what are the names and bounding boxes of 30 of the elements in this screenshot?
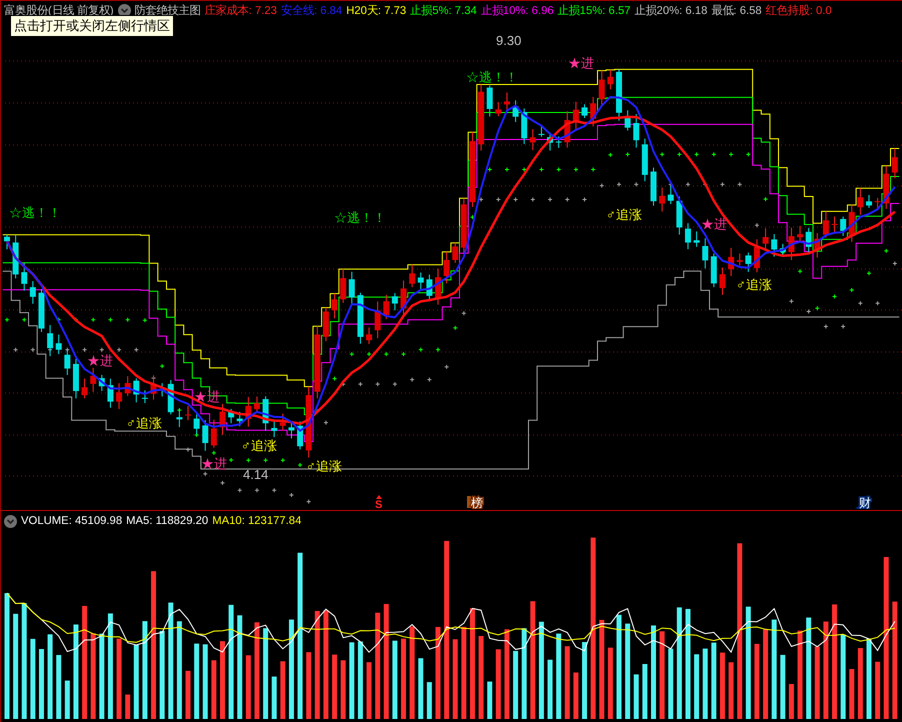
signal-label: ★进 [568,56,594,71]
event-marker[interactable]: 财 [859,496,871,509]
event-marker[interactable]: S [375,499,382,509]
signal-label: ♂追涨 [736,277,772,292]
tooltip: 点击打开或关闭左侧行情区 [10,15,174,37]
indicator-value: 止损15%: 6.57 [558,4,631,18]
volume-value: MA5: 118829.20 [126,515,208,527]
indicator-value: 红色持股: 0.0 [766,4,832,18]
price-label: 4.14 [243,467,268,482]
signal-label: ♂追涨 [606,206,642,222]
signal-label: ★进 [201,456,227,471]
indicator-value: 止损20%: 6.18 [634,4,708,18]
indicator-value: 安全线: 6.84 [280,4,342,18]
signal-label: ☆逃！！ [9,205,61,220]
signal-label: ☆逃！！ [334,210,386,225]
indicator-value: 最低: 6.58 [711,4,762,18]
indicator-name: 防套绝技主图 [134,3,201,18]
indicator-value: 止损10%: 6.96 [480,4,554,18]
signal-label: ♂追涨 [241,438,277,454]
volume-value: MA10: 123177.84 [212,515,302,527]
signal-label: ♂追涨 [126,415,162,430]
event-marker[interactable]: 榜 [471,496,483,509]
signal-label: ★进 [87,352,113,368]
indicator-value: 止损5%: 7.34 [410,4,477,18]
indicator-value: H20天: 7.73 [346,4,406,18]
indicator-value: 庄家成本: 7.23 [204,3,277,18]
signal-label: ★进 [701,216,727,232]
price-label: 9.30 [496,33,522,48]
volume-value: VOLUME: 45109.98 [21,515,122,527]
signal-label: ☆逃！！ [466,70,518,85]
